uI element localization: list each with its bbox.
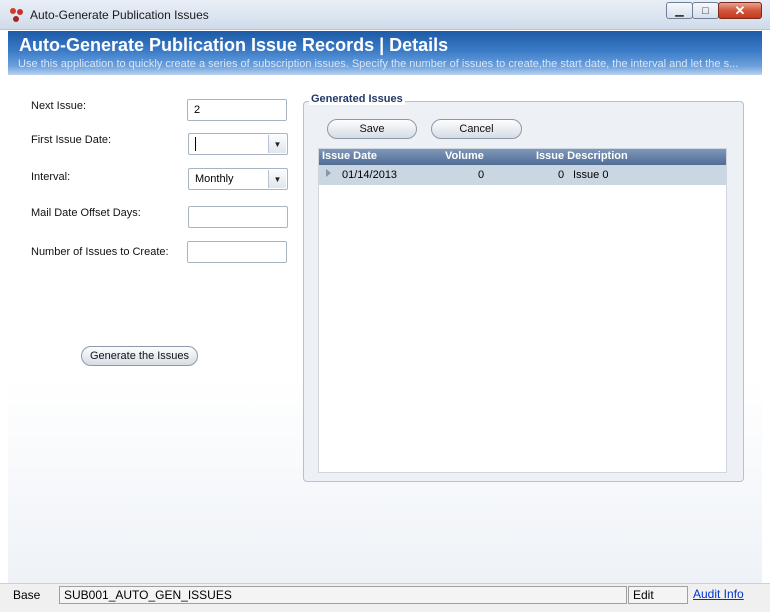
num-issues-label: Number of Issues to Create: xyxy=(31,246,169,258)
chevron-down-icon[interactable]: ▼ xyxy=(268,135,286,153)
generated-issues-title: Generated Issues xyxy=(309,93,405,105)
interval-label: Interval: xyxy=(31,171,71,183)
next-issue-input[interactable]: 2 xyxy=(187,99,287,121)
page-header: Auto-Generate Publication Issue Records … xyxy=(8,31,762,75)
window-controls: ▁ □ ✕ xyxy=(666,2,762,19)
maximize-button[interactable]: □ xyxy=(692,2,719,19)
row-indicator-icon xyxy=(326,169,331,177)
cell-description: Issue 0 xyxy=(573,169,609,181)
text-caret xyxy=(195,137,196,151)
next-issue-value: 2 xyxy=(194,104,201,116)
window-title: Auto-Generate Publication Issues xyxy=(30,8,209,22)
column-header-volume[interactable]: Volume xyxy=(445,150,484,162)
mail-offset-input[interactable] xyxy=(188,206,288,228)
cell-issue-date: 01/14/2013 xyxy=(342,169,398,181)
status-base: Base xyxy=(13,588,41,602)
minimize-button[interactable]: ▁ xyxy=(666,2,693,19)
cell-volume: 0 xyxy=(478,169,485,181)
next-issue-label: Next Issue: xyxy=(31,100,87,112)
page-title: Auto-Generate Publication Issue Records … xyxy=(19,35,449,55)
status-form-code: SUB001_AUTO_GEN_ISSUES xyxy=(59,586,627,604)
main-content: Next Issue: 2 First Issue Date: ▼ Interv… xyxy=(8,75,762,583)
mail-offset-label: Mail Date Offset Days: xyxy=(31,207,141,219)
cancel-button[interactable]: Cancel xyxy=(431,119,522,139)
interval-value: Monthly xyxy=(195,173,234,185)
cell-issue-number: 0 xyxy=(558,169,565,181)
audit-info-link[interactable]: Audit Info xyxy=(693,587,744,601)
page-subtitle: Use this application to quickly create a… xyxy=(18,58,739,70)
generated-issues-panel: Generated Issues Save Cancel Issue Date … xyxy=(303,93,744,482)
interval-select[interactable]: Monthly ▼ xyxy=(188,168,288,190)
generate-issues-button[interactable]: Generate the Issues xyxy=(81,346,198,366)
status-bar: Base SUB001_AUTO_GEN_ISSUES Edit Audit I… xyxy=(0,583,770,612)
save-button[interactable]: Save xyxy=(327,119,417,139)
close-button[interactable]: ✕ xyxy=(718,2,762,19)
column-header-issue-description[interactable]: Issue Description xyxy=(536,150,628,162)
num-issues-input[interactable] xyxy=(187,241,287,263)
grid-header: Issue Date Volume Issue Description xyxy=(319,149,726,165)
first-issue-date-label: First Issue Date: xyxy=(31,134,112,146)
window-titlebar: Auto-Generate Publication Issues ▁ □ ✕ xyxy=(0,0,770,30)
app-logo-icon xyxy=(10,8,23,22)
first-issue-date-picker[interactable]: ▼ xyxy=(188,133,288,155)
minimize-icon: ▁ xyxy=(675,5,684,17)
column-header-issue-date[interactable]: Issue Date xyxy=(322,150,377,162)
issues-grid: Issue Date Volume Issue Description 01/1… xyxy=(318,148,727,473)
chevron-down-icon[interactable]: ▼ xyxy=(268,170,286,188)
maximize-icon: □ xyxy=(702,4,709,17)
status-mode: Edit xyxy=(628,586,688,604)
table-row[interactable]: 01/14/2013 0 0 Issue 0 xyxy=(319,165,726,185)
close-icon: ✕ xyxy=(734,2,746,18)
